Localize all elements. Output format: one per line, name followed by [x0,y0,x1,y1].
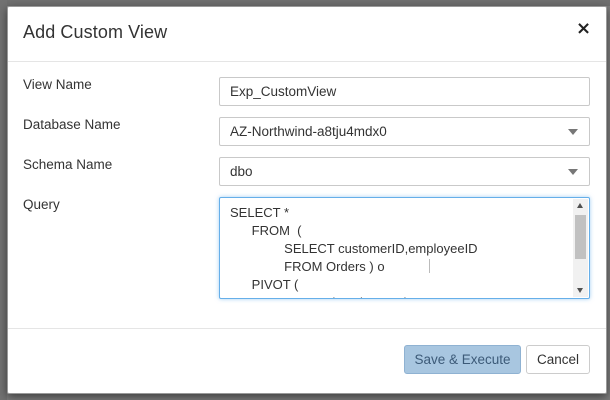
close-icon[interactable]: × [576,20,591,38]
query-label: Query [23,197,60,212]
database-name-value: AZ-Northwind-a8tju4mdx0 [230,124,387,139]
chevron-down-icon [568,169,578,175]
dialog-title: Add Custom View [23,22,168,42]
dialog-footer: Save & Execute Cancel [8,328,606,393]
schema-name-value: dbo [230,164,253,179]
view-name-label: View Name [23,77,92,92]
scroll-down-arrow-icon[interactable] [577,288,583,293]
scroll-up-arrow-icon[interactable] [577,203,583,208]
query-text: SELECT * FROM ( SELECT customerID,employ… [230,205,478,298]
schema-name-label: Schema Name [23,157,113,172]
schema-name-select[interactable]: dbo [219,157,590,186]
database-name-label: Database Name [23,117,121,132]
dialog-header: Add Custom View × [8,7,606,62]
database-name-select[interactable]: AZ-Northwind-a8tju4mdx0 [219,117,590,146]
add-custom-view-dialog: Add Custom View × View Name Database Nam… [7,6,607,394]
save-execute-button[interactable]: Save & Execute [404,345,521,374]
chevron-down-icon [568,129,578,135]
query-scrollbar[interactable] [573,199,588,297]
text-cursor-icon [429,259,430,273]
view-name-input[interactable] [219,77,590,106]
page-backdrop-left [0,0,7,400]
cancel-button[interactable]: Cancel [526,345,590,374]
query-textarea[interactable]: SELECT * FROM ( SELECT customerID,employ… [219,197,590,299]
scroll-thumb[interactable] [575,215,586,259]
